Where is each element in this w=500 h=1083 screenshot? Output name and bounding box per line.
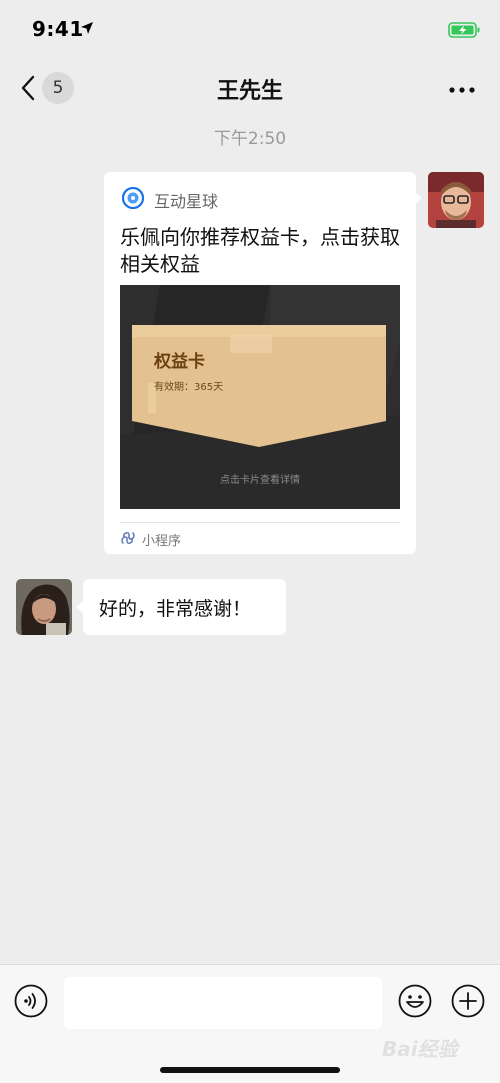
home-indicator: [160, 1067, 340, 1073]
nav-bar: 5 王先生: [0, 60, 500, 116]
app-logo-icon: [122, 187, 144, 209]
emoji-icon[interactable]: [398, 984, 432, 1018]
card-preview-image[interactable]: 权益卡 有效期：365天 点击卡片查看详情: [120, 285, 400, 509]
more-icon[interactable]: [448, 86, 476, 94]
chat-title: 王先生: [216, 79, 283, 104]
plus-icon[interactable]: [451, 984, 485, 1018]
benefit-card-validity: 有效期：365天: [154, 382, 224, 393]
mini-program-icon: [121, 531, 135, 545]
back-chevron-icon[interactable]: [18, 74, 38, 102]
card-app-name: 互动星球: [154, 192, 219, 211]
sender-avatar-image: [428, 172, 484, 228]
location-arrow-icon: [81, 22, 93, 34]
mini-program-card[interactable]: 互动星球 乐佩向你推荐权益卡，点击获取相关权益 权益卡 有效期：365天 点击卡…: [104, 172, 416, 554]
status-bar: 9:41: [0, 0, 500, 60]
card-title: 乐佩向你推荐权益卡，点击获取相关权益: [120, 225, 400, 276]
recipient-avatar-image: [16, 579, 72, 635]
chat-input-bar: Bai经验: [0, 964, 500, 1083]
reply-message-text: 好的，非常感谢！: [99, 598, 252, 620]
card-view-details-hint: 点击卡片查看详情: [220, 475, 300, 486]
mini-program-label: 小程序: [142, 534, 182, 549]
watermark-text: Bai经验: [382, 1037, 458, 1061]
baidu-watermark: Bai经验: [360, 1025, 480, 1065]
status-time: 9:41: [32, 17, 84, 41]
unread-count-badge[interactable]: 5: [42, 72, 74, 104]
voice-input-icon[interactable]: [14, 984, 48, 1018]
sender-avatar[interactable]: [428, 172, 484, 228]
message-input[interactable]: [64, 977, 382, 1029]
benefit-card-title: 权益卡: [154, 352, 205, 372]
recipient-avatar[interactable]: [16, 579, 72, 635]
card-divider: [120, 522, 400, 523]
reply-message-bubble[interactable]: 好的，非常感谢！: [83, 579, 286, 635]
message-timestamp: 下午2:50: [213, 129, 287, 149]
battery-charging-icon: [448, 22, 480, 38]
